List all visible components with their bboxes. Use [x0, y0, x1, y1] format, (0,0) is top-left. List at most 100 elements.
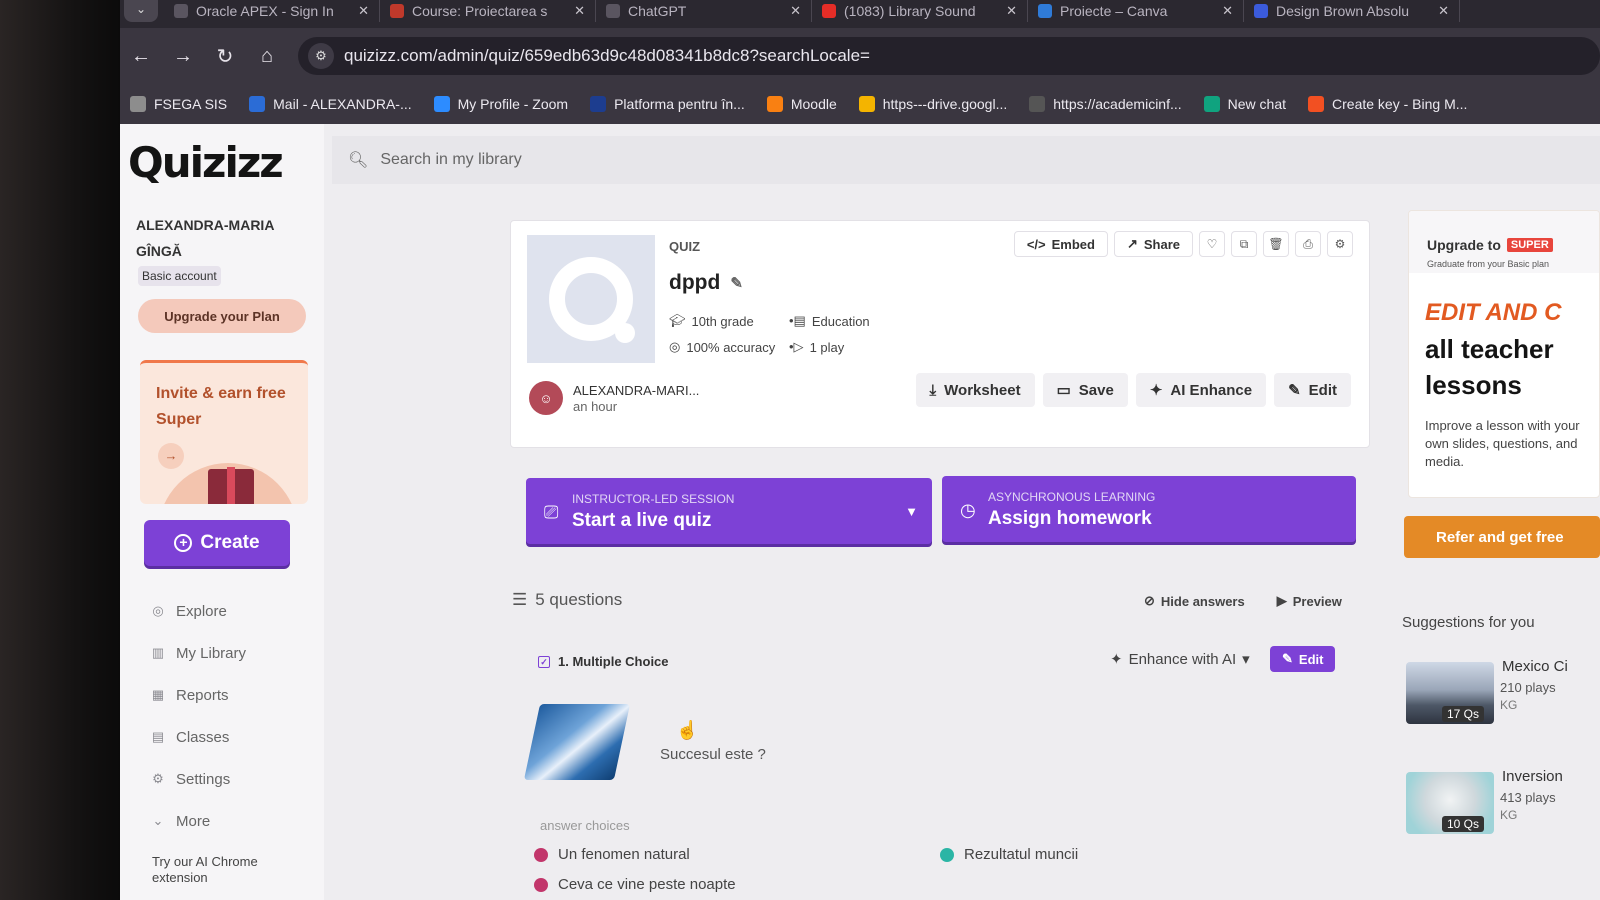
- chrome-extension-link[interactable]: Try our AI Chrome extension: [152, 854, 312, 886]
- target-icon: ◎: [669, 339, 681, 354]
- list-icon: ☰: [512, 590, 528, 609]
- tab-search-button[interactable]: ⌄: [124, 0, 158, 22]
- browser-tab[interactable]: Proiecte – Canva ✕: [1028, 0, 1244, 22]
- bookmark-item[interactable]: Create key - Bing M...: [1308, 96, 1467, 112]
- close-icon[interactable]: ✕: [790, 3, 801, 19]
- library-icon: ▥: [151, 645, 165, 660]
- trash-icon[interactable]: 🗑︎: [1263, 231, 1289, 257]
- refer-button[interactable]: Refer and get free: [1404, 516, 1600, 558]
- suggestion-item[interactable]: 17 Qs Mexico Ci 210 plays KG: [1406, 654, 1600, 738]
- upgrade-to-label: Upgrade to SUPER: [1427, 237, 1553, 253]
- accuracy-text: 100% accuracy: [686, 339, 776, 355]
- close-icon[interactable]: ✕: [574, 3, 585, 19]
- bookmark-favicon-icon: [766, 96, 783, 112]
- tab-favicon-icon: [606, 4, 620, 18]
- close-icon[interactable]: ✕: [1006, 3, 1017, 19]
- question-count-badge: 10 Qs: [1442, 816, 1485, 832]
- bookmark-label: Mail - ALEXANDRA-...: [273, 96, 412, 112]
- copy-icon[interactable]: ⧉: [1231, 231, 1257, 257]
- hide-answers-button[interactable]: ⊘ Hide answers: [1136, 588, 1253, 614]
- enhance-with-ai-dropdown[interactable]: ✦ Enhance with AI ▾: [1110, 650, 1250, 669]
- edit-question-label: Edit: [1298, 651, 1324, 667]
- tab-title: Proiecte – Canva: [1060, 3, 1168, 19]
- bookmark-item[interactable]: https---drive.googl...: [858, 96, 1008, 112]
- preview-button[interactable]: ▶ Preview: [1269, 588, 1350, 614]
- close-icon[interactable]: ✕: [358, 3, 369, 19]
- upgrade-promo-card[interactable]: Upgrade to SUPER Graduate from your Basi…: [1408, 210, 1600, 498]
- book-icon: •▤: [789, 313, 806, 328]
- search-icon: 🔍︎: [348, 152, 369, 169]
- browser-tab[interactable]: Course: Proiectarea s ✕: [380, 0, 596, 22]
- browser-tab[interactable]: Design Brown Absolu ✕: [1244, 0, 1460, 22]
- question-image: [523, 704, 631, 780]
- assign-homework-button[interactable]: ◷ ASYNCHRONOUS LEARNING Assign homework: [942, 476, 1356, 542]
- start-live-quiz-button[interactable]: ⎚ INSTRUCTOR-LED SESSION Start a live qu…: [526, 478, 932, 544]
- address-bar[interactable]: ⚙ quizizz.com/admin/quiz/659edb63d9c48d0…: [298, 37, 1600, 75]
- save-button[interactable]: ▭ Save: [1042, 373, 1128, 407]
- site-settings-icon[interactable]: ⚙: [308, 43, 334, 69]
- browser-tab[interactable]: Oracle APEX - Sign In ✕: [164, 0, 380, 22]
- bookmark-item[interactable]: https://academicinf...: [1029, 96, 1182, 112]
- print-icon[interactable]: ⎙: [1295, 231, 1321, 257]
- close-icon[interactable]: ✕: [1438, 3, 1449, 19]
- bookmark-item[interactable]: My Profile - Zoom: [433, 96, 568, 112]
- create-button[interactable]: + Create: [144, 520, 290, 566]
- share-button[interactable]: ↗ Share: [1113, 231, 1193, 257]
- tab-favicon-icon: [822, 4, 836, 18]
- tab-favicon-icon: [1038, 4, 1052, 18]
- sidebar-item-label: Settings: [176, 770, 231, 788]
- suggestion-plays: 413 plays: [1500, 790, 1556, 805]
- arrow-right-icon[interactable]: →: [158, 443, 184, 469]
- bookmark-item[interactable]: Platforma pentru în...: [590, 96, 745, 112]
- forward-icon[interactable]: →: [162, 45, 204, 68]
- super-badge: SUPER: [1506, 238, 1553, 252]
- suggestions-title: Suggestions for you: [1402, 614, 1535, 631]
- hide-answers-label: Hide answers: [1160, 593, 1245, 609]
- sidebar-item-explore[interactable]: ◎ Explore: [150, 590, 320, 632]
- heart-icon[interactable]: ♡: [1199, 231, 1225, 257]
- bookmark-label: New chat: [1227, 96, 1287, 112]
- upgrade-plan-button[interactable]: Upgrade your Plan: [138, 299, 306, 333]
- checkbox-icon[interactable]: ✓: [538, 655, 550, 668]
- library-search[interactable]: 🔍︎ Search in my library: [332, 136, 1600, 184]
- bookmark-favicon-icon: [1029, 96, 1046, 112]
- reload-icon[interactable]: ↻: [204, 44, 246, 69]
- chevron-down-icon[interactable]: ▼: [905, 504, 918, 519]
- edit-question-button[interactable]: ✎ Edit: [1270, 646, 1336, 672]
- embed-button[interactable]: </> Embed: [1013, 231, 1108, 257]
- close-icon[interactable]: ✕: [1222, 3, 1233, 19]
- suggestion-item[interactable]: 10 Qs Inversion 413 plays KG: [1406, 764, 1600, 848]
- back-icon[interactable]: ←: [120, 45, 162, 68]
- suggestion-grade: KG: [1500, 698, 1518, 712]
- ai-enhance-button[interactable]: ✦ AI Enhance: [1135, 373, 1267, 407]
- home-icon[interactable]: ⌂: [246, 45, 288, 68]
- sidebar-item-classes[interactable]: ▤ Classes: [150, 716, 320, 758]
- avatar[interactable]: ☺: [529, 381, 563, 415]
- quizizz-logo[interactable]: Quizizz: [128, 138, 284, 187]
- browser-tab[interactable]: ChatGPT ✕: [596, 0, 812, 22]
- bookmark-item[interactable]: Mail - ALEXANDRA-...: [249, 96, 412, 112]
- pencil-icon[interactable]: ✎: [730, 274, 743, 292]
- author-name[interactable]: ALEXANDRA-MARI...: [573, 383, 699, 399]
- tab-favicon-icon: [390, 4, 404, 18]
- gear-icon[interactable]: ⚙: [1327, 231, 1353, 257]
- gift-icon: [208, 467, 254, 504]
- edit-quiz-button[interactable]: ✎ Edit: [1274, 373, 1351, 407]
- sidebar-item-settings[interactable]: ⚙ Settings: [150, 758, 320, 800]
- sidebar-item-reports[interactable]: ▦ Reports: [150, 674, 320, 716]
- share-label: Share: [1143, 236, 1180, 252]
- sidebar-item-my-library[interactable]: ▥ My Library: [150, 632, 320, 674]
- bookmark-item[interactable]: FSEGA SIS: [130, 96, 227, 112]
- answer-dot-icon: [940, 847, 954, 862]
- worksheet-button[interactable]: ⤓ Worksheet: [915, 373, 1035, 407]
- bookmark-label: FSEGA SIS: [154, 96, 228, 112]
- bookmark-label: https---drive.googl...: [882, 96, 1008, 112]
- sidebar-item-more[interactable]: ⌄ More: [150, 800, 320, 842]
- mouse-cursor-icon: ☝: [676, 720, 699, 740]
- sidebar-item-label: Reports: [176, 686, 229, 704]
- bookmark-item[interactable]: New chat: [1203, 96, 1287, 112]
- tab-title: (1083) Library Sound: [844, 3, 976, 19]
- bookmark-item[interactable]: Moodle: [766, 96, 837, 112]
- invite-card[interactable]: Invite & earn free Super →: [140, 360, 308, 504]
- browser-tab[interactable]: (1083) Library Sound ✕: [812, 0, 1028, 22]
